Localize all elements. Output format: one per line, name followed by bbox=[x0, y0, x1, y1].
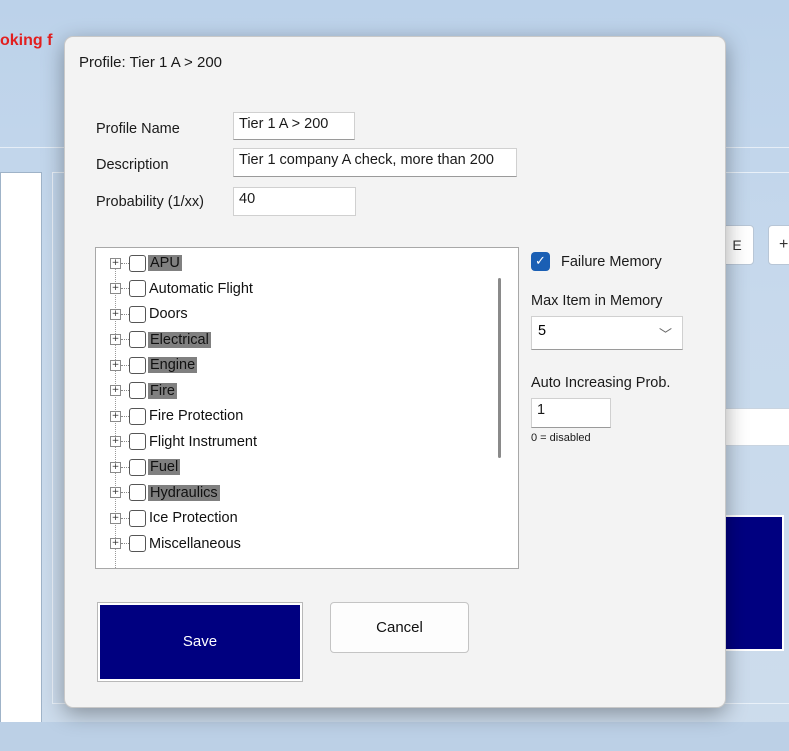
tree-item-checkbox[interactable] bbox=[129, 254, 146, 272]
tree-connector bbox=[121, 441, 129, 442]
systems-tree[interactable]: + APU + Automatic Flight + Doors + Electrical + E… bbox=[95, 247, 519, 569]
profile-name-label: Profile Name bbox=[96, 121, 180, 137]
expand-plus-icon[interactable]: + bbox=[110, 385, 121, 396]
tree-item[interactable]: + Automatic Flight bbox=[110, 277, 254, 301]
tree-item-label: Fire bbox=[148, 382, 177, 399]
expand-plus-icon[interactable]: + bbox=[110, 308, 121, 320]
tree-connector bbox=[121, 492, 129, 493]
tree-item-checkbox[interactable] bbox=[129, 458, 146, 476]
tree-item-label: Miscellaneous bbox=[149, 535, 241, 552]
tree-item[interactable]: + Engine bbox=[110, 353, 198, 377]
tree-connector bbox=[121, 288, 129, 289]
tree-item-label: Fire Protection bbox=[149, 408, 244, 424]
tree-item-checkbox[interactable] bbox=[129, 535, 146, 552]
tree-item-checkbox[interactable] bbox=[129, 407, 146, 425]
expand-plus-icon[interactable]: + bbox=[110, 257, 121, 269]
tree-item[interactable]: + Fire Protection bbox=[110, 404, 244, 428]
max-item-select[interactable]: 5 ﹀ bbox=[531, 316, 683, 350]
max-item-label: Max Item in Memory bbox=[531, 293, 663, 309]
tree-item[interactable]: + Electrical bbox=[110, 328, 211, 352]
tree-item-label: Doors bbox=[149, 306, 188, 322]
expand-plus-icon[interactable]: + bbox=[110, 487, 121, 498]
tree-item-checkbox[interactable] bbox=[129, 509, 146, 527]
expand-plus-icon[interactable]: + bbox=[110, 538, 121, 549]
auto-increasing-hint: 0 = disabled bbox=[531, 432, 591, 444]
tree-item-label: Fuel bbox=[148, 459, 181, 475]
tree-scrollbar[interactable] bbox=[498, 278, 501, 458]
expand-plus-icon[interactable]: + bbox=[110, 283, 121, 294]
tree-item-label: Flight Instrument bbox=[149, 433, 257, 450]
tree-connector bbox=[121, 262, 129, 264]
background-bottom-bar bbox=[0, 722, 789, 751]
tree-item-checkbox[interactable] bbox=[129, 433, 146, 450]
tree-item[interactable]: + Fire bbox=[110, 379, 177, 403]
tree-item-label: Hydraulics bbox=[148, 484, 220, 501]
tree-item[interactable]: + Doors bbox=[110, 302, 189, 326]
tree-connector bbox=[121, 313, 129, 315]
description-input[interactable]: Tier 1 company A check, more than 200 bbox=[233, 148, 517, 177]
tree-item-label: APU bbox=[148, 255, 182, 271]
tree-item-checkbox[interactable] bbox=[129, 382, 146, 399]
tree-item-checkbox[interactable] bbox=[129, 331, 146, 348]
background-input[interactable] bbox=[722, 408, 789, 446]
background-navy-button[interactable] bbox=[720, 515, 784, 651]
profile-name-input[interactable]: Tier 1 A > 200 bbox=[233, 112, 355, 140]
background-left-panel bbox=[0, 172, 42, 724]
tree-item[interactable]: + Flight Instrument bbox=[110, 430, 258, 454]
tree-item[interactable]: + Hydraulics bbox=[110, 481, 220, 505]
expand-plus-icon[interactable]: + bbox=[110, 410, 121, 422]
profile-dialog: Profile: Tier 1 A > 200 Profile Name Tie… bbox=[64, 36, 726, 708]
tree-connector bbox=[121, 390, 129, 391]
chevron-down-icon: ﹀ bbox=[658, 328, 672, 343]
background-header-text: oking f bbox=[0, 32, 53, 49]
expand-plus-icon[interactable]: + bbox=[110, 436, 121, 447]
tree-connector bbox=[121, 364, 129, 366]
background-button-2[interactable]: + bbox=[768, 225, 789, 265]
expand-plus-icon[interactable]: + bbox=[110, 512, 121, 524]
tree-item-checkbox[interactable] bbox=[129, 280, 146, 297]
failure-memory-checkbox[interactable]: ✓ bbox=[531, 252, 550, 271]
tree-item-label: Ice Protection bbox=[149, 510, 238, 526]
failure-memory-label: Failure Memory bbox=[561, 254, 662, 270]
tree-item-label: Electrical bbox=[148, 331, 211, 348]
tree-item-checkbox[interactable] bbox=[129, 484, 146, 501]
expand-plus-icon[interactable]: + bbox=[110, 461, 121, 473]
tree-connector bbox=[121, 339, 129, 340]
expand-plus-icon[interactable]: + bbox=[110, 334, 121, 345]
tree-connector bbox=[121, 415, 129, 417]
tree-item[interactable]: + APU bbox=[110, 251, 182, 275]
auto-increasing-input[interactable]: 1 bbox=[531, 398, 611, 428]
tree-connector bbox=[121, 543, 129, 544]
tree-item[interactable]: + Miscellaneous bbox=[110, 532, 242, 556]
cancel-button[interactable]: Cancel bbox=[330, 602, 469, 653]
description-label: Description bbox=[96, 157, 169, 173]
tree-item[interactable]: + Fuel bbox=[110, 455, 181, 479]
save-button[interactable]: Save bbox=[97, 602, 303, 682]
expand-plus-icon[interactable]: + bbox=[110, 359, 121, 371]
tree-item-checkbox[interactable] bbox=[129, 356, 146, 374]
tree-item-label: Engine bbox=[148, 357, 198, 373]
tree-item-label: Automatic Flight bbox=[149, 280, 253, 297]
max-item-value: 5 bbox=[538, 323, 547, 339]
probability-label: Probability (1/xx) bbox=[96, 194, 204, 210]
dialog-title: Profile: Tier 1 A > 200 bbox=[79, 54, 223, 71]
tree-connector bbox=[121, 517, 129, 519]
tree-connector bbox=[121, 466, 129, 468]
probability-input[interactable]: 40 bbox=[233, 187, 356, 216]
tree-item[interactable]: + Ice Protection bbox=[110, 506, 239, 530]
auto-increasing-label: Auto Increasing Prob. bbox=[531, 375, 671, 391]
tree-item-checkbox[interactable] bbox=[129, 305, 146, 323]
